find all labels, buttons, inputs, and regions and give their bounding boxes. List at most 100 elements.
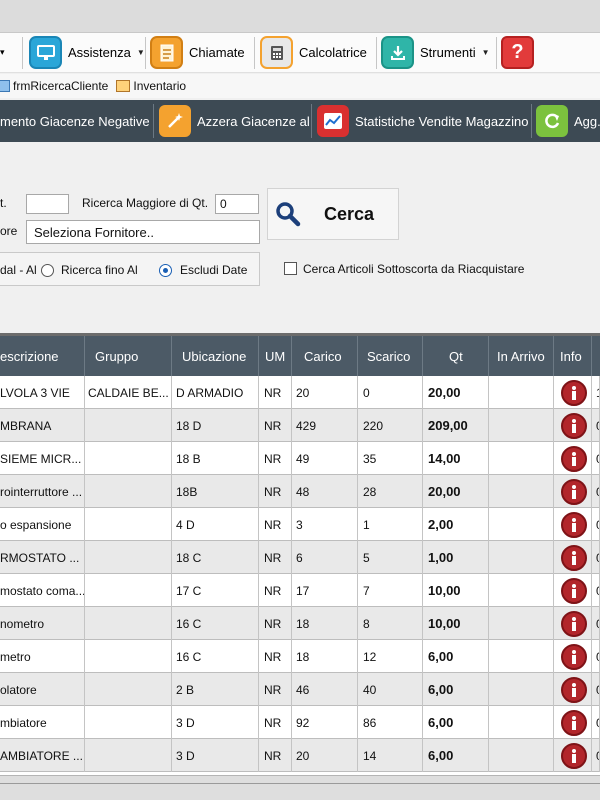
tab-inventario[interactable]: Inventario bbox=[116, 79, 186, 93]
open-windows-bar: frmRicercaCliente Inventario bbox=[0, 74, 600, 98]
cell-extra: 0 bbox=[592, 673, 600, 706]
table-row[interactable]: nometro 16 CNR18810,00 0 bbox=[0, 607, 600, 640]
fornitore-input[interactable]: Seleziona Fornitore.. bbox=[26, 220, 260, 244]
statistiche-button[interactable]: Statistiche Vendite Magazzino bbox=[317, 104, 528, 138]
column-header-ubicazione[interactable]: Ubicazione bbox=[172, 336, 259, 376]
table-row[interactable]: metro 16 CNR18126,00 0 bbox=[0, 640, 600, 673]
table-row[interactable]: AMBIATORE ... 3 DNR20146,00 0 bbox=[0, 739, 600, 772]
tab-frmricercacliente[interactable]: frmRicercaCliente bbox=[0, 79, 108, 93]
cell-carico: 6 bbox=[292, 541, 358, 574]
column-header-descrizione[interactable]: escrizione bbox=[0, 336, 85, 376]
radio-dal-al-label: dal - Al bbox=[0, 263, 37, 277]
cell-gruppo bbox=[85, 541, 172, 574]
cell-in-arrivo bbox=[489, 541, 554, 574]
cell-in-arrivo bbox=[489, 376, 554, 409]
help-button[interactable]: ? bbox=[501, 35, 540, 70]
cell-qt: 6,00 bbox=[423, 739, 489, 772]
cell-info bbox=[554, 475, 592, 508]
info-icon[interactable] bbox=[561, 577, 587, 604]
cell-um: NR bbox=[259, 607, 292, 640]
info-icon[interactable] bbox=[561, 511, 587, 538]
info-icon[interactable] bbox=[561, 610, 587, 637]
strumenti-button[interactable]: Strumenti ▼ bbox=[381, 35, 490, 70]
chevron-down-icon: ▼ bbox=[136, 48, 145, 57]
cell-ubicazione: 18B bbox=[172, 475, 259, 508]
cell-info bbox=[554, 640, 592, 673]
info-icon[interactable] bbox=[561, 478, 587, 505]
cell-um: NR bbox=[259, 409, 292, 442]
table-row[interactable]: RMOSTATO ... 18 CNR651,00 0 bbox=[0, 541, 600, 574]
fornitore-label: ore bbox=[0, 224, 18, 238]
cell-descrizione: mbiatore bbox=[0, 706, 85, 739]
chiamate-button[interactable]: Chiamate bbox=[150, 35, 245, 70]
sottoscorta-checkbox[interactable] bbox=[284, 262, 297, 275]
toolbar-divider bbox=[22, 37, 23, 69]
cell-ubicazione: 2 B bbox=[172, 673, 259, 706]
qt-input[interactable] bbox=[26, 194, 69, 214]
cell-ubicazione: 18 B bbox=[172, 442, 259, 475]
cell-in-arrivo bbox=[489, 706, 554, 739]
table-row[interactable]: SIEME MICR... 18 BNR493514,00 0 bbox=[0, 442, 600, 475]
cell-carico: 20 bbox=[292, 376, 358, 409]
qt-label: t. bbox=[0, 196, 7, 210]
table-row[interactable]: olatore 2 BNR46406,00 0 bbox=[0, 673, 600, 706]
table-row[interactable]: LVOLA 3 VIE CALDAIE BE... D ARMADIO NR 20 0 20… bbox=[0, 376, 600, 409]
radio-ricerca-fino-al[interactable] bbox=[41, 264, 54, 277]
cell-extra: 0 bbox=[592, 475, 600, 508]
cell-gruppo bbox=[85, 706, 172, 739]
column-header-extra[interactable] bbox=[592, 336, 600, 376]
cell-extra: 0 bbox=[592, 508, 600, 541]
cell-qt: 6,00 bbox=[423, 706, 489, 739]
table-row[interactable]: rointerruttore ... 18BNR482820,00 0 bbox=[0, 475, 600, 508]
table-row[interactable]: mostato coma... 17 CNR17710,00 0 bbox=[0, 574, 600, 607]
column-header-qt[interactable]: Qt bbox=[423, 336, 489, 376]
cell-carico: 46 bbox=[292, 673, 358, 706]
ricerca-maggiore-input[interactable]: 0 bbox=[215, 194, 259, 214]
cell-in-arrivo bbox=[489, 409, 554, 442]
cell-in-arrivo bbox=[489, 673, 554, 706]
column-header-info[interactable]: Info bbox=[554, 336, 592, 376]
assistenza-button[interactable]: Assistenza ▼ bbox=[29, 35, 145, 70]
info-icon[interactable] bbox=[561, 742, 587, 769]
cell-info bbox=[554, 607, 592, 640]
main-toolbar: ▾ Assistenza ▼ Chiamate Calcolatrice Str… bbox=[0, 33, 600, 73]
column-header-gruppo[interactable]: Gruppo bbox=[85, 336, 172, 376]
scrollbar-track[interactable] bbox=[0, 783, 600, 784]
info-icon[interactable] bbox=[561, 544, 587, 571]
cell-ubicazione: 3 D bbox=[172, 706, 259, 739]
info-icon[interactable] bbox=[561, 676, 587, 703]
cell-qt: 1,00 bbox=[423, 541, 489, 574]
info-icon[interactable] bbox=[561, 709, 587, 736]
column-header-um[interactable]: UM bbox=[259, 336, 292, 376]
column-header-carico[interactable]: Carico bbox=[292, 336, 358, 376]
table-row[interactable]: mbiatore 3 DNR92866,00 0 bbox=[0, 706, 600, 739]
action-toolbar: mento Giacenze Negative Azzera Giacenze … bbox=[0, 100, 600, 142]
cell-gruppo bbox=[85, 508, 172, 541]
agg-button[interactable]: Agg... bbox=[536, 104, 600, 138]
cell-scarico: 28 bbox=[358, 475, 423, 508]
radio-escludi-date[interactable] bbox=[159, 264, 172, 277]
partial-menu-button[interactable]: ▾ bbox=[0, 35, 5, 70]
cell-scarico: 86 bbox=[358, 706, 423, 739]
cerca-button[interactable]: Cerca bbox=[267, 188, 399, 240]
info-icon[interactable] bbox=[561, 412, 587, 439]
column-header-in-arrivo[interactable]: In Arrivo bbox=[489, 336, 554, 376]
cell-descrizione: AMBIATORE ... bbox=[0, 739, 85, 772]
info-icon[interactable] bbox=[561, 643, 587, 670]
info-icon[interactable] bbox=[561, 379, 587, 406]
giacenze-negative-button[interactable]: mento Giacenze Negative bbox=[0, 104, 150, 138]
giacenze-negative-label: mento Giacenze Negative bbox=[0, 113, 150, 129]
info-icon[interactable] bbox=[561, 445, 587, 472]
table-row[interactable]: o espansione 4 DNR312,00 0 bbox=[0, 508, 600, 541]
cell-um: NR bbox=[259, 442, 292, 475]
column-header-scarico[interactable]: Scarico bbox=[358, 336, 423, 376]
window-title-band bbox=[0, 0, 600, 33]
cell-qt: 20,00 bbox=[423, 475, 489, 508]
cell-descrizione: LVOLA 3 VIE bbox=[0, 376, 85, 409]
toolbar-divider bbox=[496, 37, 497, 69]
table-row[interactable]: MBRANA 18 DNR429220209,00 0 bbox=[0, 409, 600, 442]
calcolatrice-button[interactable]: Calcolatrice bbox=[260, 35, 367, 70]
azzera-giacenze-button[interactable]: Azzera Giacenze al bbox=[159, 104, 310, 138]
cell-um: NR bbox=[259, 673, 292, 706]
cell-extra: 0 bbox=[592, 409, 600, 442]
